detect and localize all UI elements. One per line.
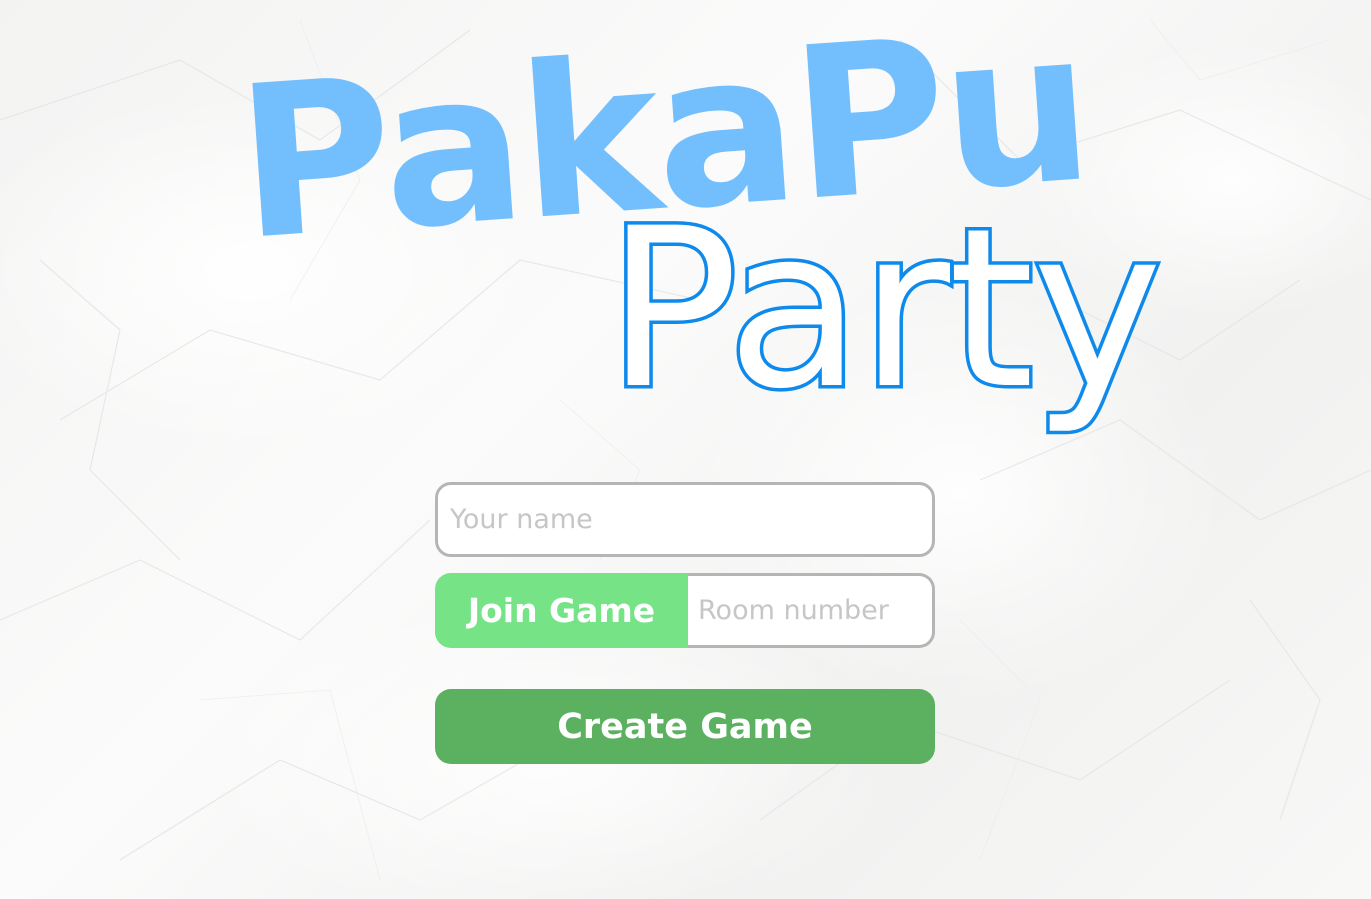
room-number-input[interactable] [688,573,935,648]
lobby-form: Join Game Create Game [435,482,935,764]
pakapu-party-logo: PakaPu Party [230,0,1166,441]
logo-title-party: Party [606,181,1161,437]
create-game-button[interactable]: Create Game [435,689,935,764]
join-game-row: Join Game [435,573,935,648]
name-input[interactable] [435,482,935,557]
join-game-button[interactable]: Join Game [435,573,688,648]
